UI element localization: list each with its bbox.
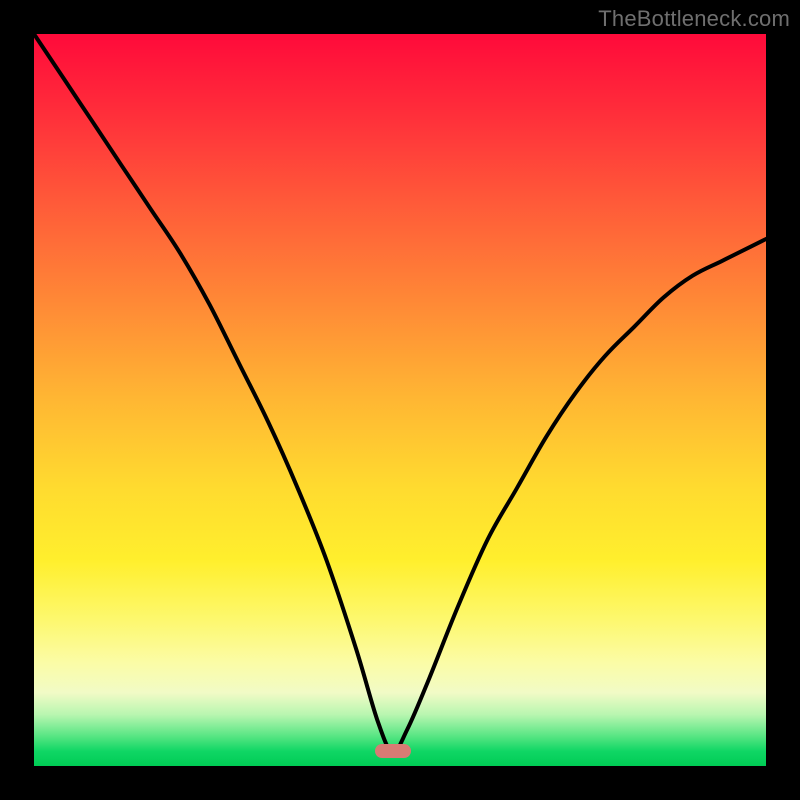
bottleneck-curve [34, 34, 766, 766]
watermark-text: TheBottleneck.com [598, 6, 790, 32]
chart-frame: TheBottleneck.com [0, 0, 800, 800]
plot-area [34, 34, 766, 766]
minimum-marker [375, 744, 411, 758]
